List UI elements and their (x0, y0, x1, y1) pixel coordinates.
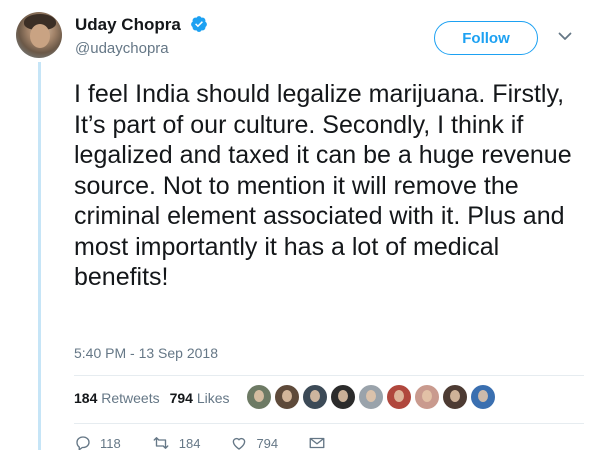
chevron-down-icon[interactable] (557, 28, 573, 44)
action-bar: 118 184 794 (74, 434, 364, 450)
retweet-count: 184 (178, 435, 201, 450)
liker-avatar[interactable] (470, 384, 496, 410)
likes-label: Likes (196, 390, 230, 406)
author-name[interactable]: Uday Chopra (75, 15, 181, 35)
retweets-label: Retweets (101, 390, 160, 406)
like-action[interactable]: 794 (230, 434, 278, 450)
liker-avatars (246, 384, 498, 410)
tweet-card: Uday Chopra @udaychopra Follow I feel In… (0, 0, 600, 450)
avatar-face (30, 24, 50, 48)
liker-avatar[interactable] (330, 384, 356, 410)
tweet-timestamp[interactable]: 5:40 PM - 13 Sep 2018 (74, 345, 218, 361)
likes-count: 794 (169, 390, 193, 406)
verified-badge-icon (191, 16, 207, 32)
likes-stat[interactable]: 794 Likes (170, 390, 230, 406)
reply-action[interactable]: 118 (74, 434, 121, 450)
like-count: 794 (256, 435, 279, 450)
liker-avatar[interactable] (386, 384, 412, 410)
reply-count: 118 (100, 435, 121, 450)
tweet-text: I feel India should legalize marijuana. … (74, 80, 572, 291)
liker-avatar[interactable] (414, 384, 440, 410)
divider (74, 375, 584, 376)
liker-avatar[interactable] (302, 384, 328, 410)
liker-avatar[interactable] (274, 384, 300, 410)
author-handle[interactable]: @udaychopra (75, 40, 169, 57)
avatar[interactable] (16, 12, 62, 58)
liker-avatar[interactable] (246, 384, 272, 410)
liker-avatar[interactable] (442, 384, 468, 410)
follow-button[interactable]: Follow (434, 21, 538, 55)
thread-line (38, 62, 41, 450)
direct-message-action[interactable] (308, 434, 334, 450)
retweets-count: 184 (74, 390, 98, 406)
reply-icon (76, 436, 90, 450)
engagement-stats: 184 Retweets 794 Likes (74, 390, 230, 406)
retweet-icon (153, 437, 169, 449)
liker-avatar[interactable] (358, 384, 384, 410)
retweet-action[interactable]: 184 (151, 434, 201, 450)
envelope-icon (309, 437, 325, 449)
divider (74, 423, 584, 424)
retweets-stat[interactable]: 184 Retweets (74, 390, 160, 406)
heart-icon (233, 437, 246, 450)
